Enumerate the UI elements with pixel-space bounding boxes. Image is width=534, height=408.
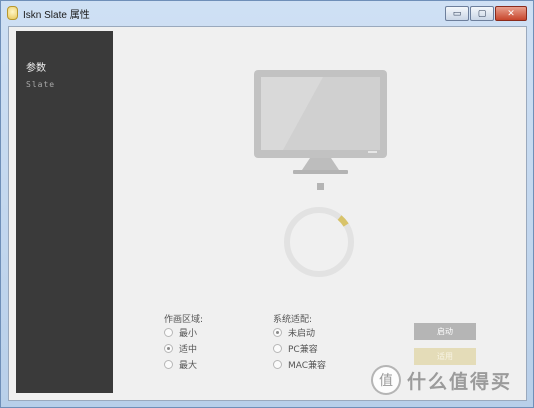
- radio-button[interactable]: [273, 343, 282, 353]
- close-button[interactable]: ✕: [495, 6, 527, 21]
- minimize-button[interactable]: ▭: [445, 6, 469, 21]
- start-button[interactable]: 启动: [414, 323, 476, 340]
- radio-label: 未启动: [288, 328, 316, 339]
- radio-button[interactable]: [164, 343, 173, 353]
- maximize-button[interactable]: ▢: [470, 6, 494, 21]
- radio-button[interactable]: [164, 359, 173, 369]
- radio-adapt-off[interactable]: 未启动: [273, 326, 316, 339]
- drawing-area-label: 作画区域:: [164, 315, 204, 325]
- radio-button[interactable]: [273, 359, 282, 369]
- monitor-icon: [254, 70, 387, 174]
- properties-window: Iskn Slate 属性 ▭ ▢ ✕ 参数 Slate 作画区域: 最小 适中…: [0, 0, 534, 408]
- sidebar: 参数 Slate: [16, 31, 113, 393]
- radio-drawing-medium[interactable]: 适中: [164, 342, 198, 355]
- status-ring: [284, 207, 354, 277]
- radio-label: 适中: [179, 344, 198, 355]
- radio-label: PC兼容: [288, 344, 318, 355]
- window-controls: ▭ ▢ ✕: [445, 6, 527, 21]
- radio-button[interactable]: [164, 327, 173, 337]
- title-bar[interactable]: Iskn Slate 属性 ▭ ▢ ✕: [1, 1, 533, 25]
- apply-button[interactable]: 适用: [414, 348, 476, 365]
- radio-label: 最大: [179, 360, 198, 371]
- window-title: Iskn Slate 属性: [23, 10, 90, 21]
- radio-drawing-max[interactable]: 最大: [164, 358, 198, 371]
- watermark: 值 什么值得买: [371, 365, 512, 395]
- watermark-logo-icon: 值: [371, 365, 401, 395]
- radio-drawing-min[interactable]: 最小: [164, 326, 198, 339]
- system-adapt-label: 系统适配:: [273, 315, 313, 325]
- sidebar-item-slate[interactable]: Slate: [26, 80, 55, 89]
- indicator-square[interactable]: [317, 183, 324, 190]
- radio-label: MAC兼容: [288, 360, 327, 371]
- sidebar-title: 参数: [26, 63, 46, 74]
- radio-adapt-mac[interactable]: MAC兼容: [273, 358, 327, 371]
- watermark-text: 什么值得买: [407, 370, 513, 393]
- radio-adapt-pc[interactable]: PC兼容: [273, 342, 318, 355]
- radio-button[interactable]: [273, 327, 282, 337]
- client-area: 参数 Slate 作画区域: 最小 适中 最大 系统适配: 未启动 PC兼容 M…: [8, 26, 527, 401]
- app-icon: [7, 6, 18, 20]
- radio-label: 最小: [179, 328, 198, 339]
